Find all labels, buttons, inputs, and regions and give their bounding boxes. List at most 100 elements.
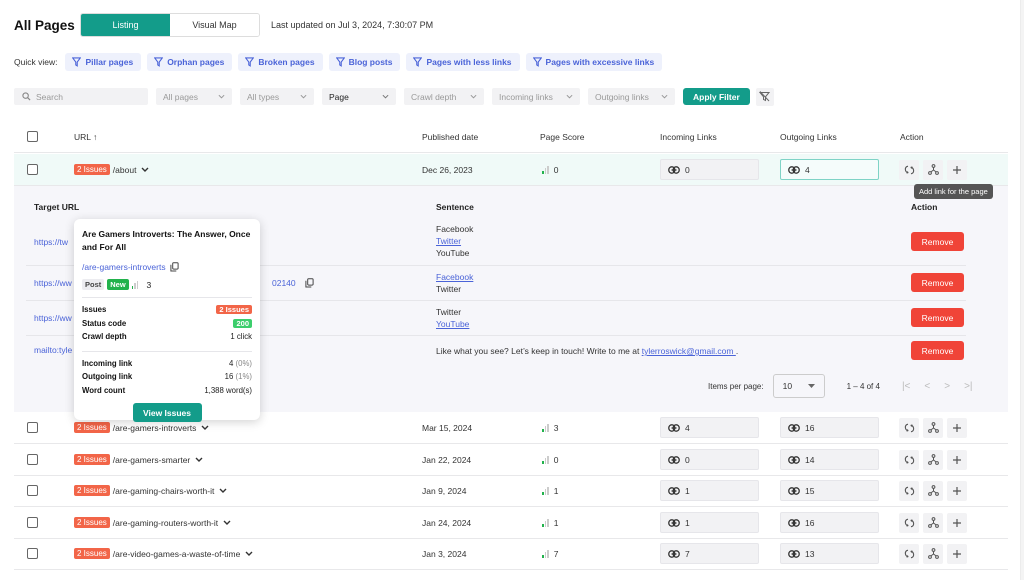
outgoing-links-button[interactable]: 14 [780, 449, 879, 470]
email-link[interactable]: tylerroswick@gmail.com [642, 346, 736, 356]
chevron-down-icon[interactable] [141, 167, 149, 172]
clear-filter-button[interactable] [755, 87, 774, 106]
first-page-icon[interactable]: |< [902, 381, 910, 392]
quick-view-excessive-links[interactable]: Pages with excessive links [525, 53, 663, 71]
select-all-checkbox[interactable] [27, 131, 38, 142]
quick-view-orphan-pages[interactable]: Orphan pages [147, 53, 233, 71]
issues-badge[interactable]: 2 Issues [74, 454, 110, 465]
url-text[interactable]: /are-gaming-routers-worth-it [113, 518, 218, 528]
anchor-link[interactable]: Facebook [436, 272, 473, 282]
select-incoming-links[interactable]: Incoming links [492, 88, 580, 105]
outgoing-links-button[interactable]: 4 [780, 159, 879, 180]
last-page-icon[interactable]: >| [964, 381, 972, 392]
add-link-button[interactable] [947, 159, 967, 180]
url-cell[interactable]: 2 Issues/are-video-games-a-waste-of-time [74, 538, 253, 569]
url-cell[interactable]: 2 Issues/are-gaming-chairs-worth-it [74, 475, 227, 506]
incoming-links-button[interactable]: 4 [660, 417, 759, 438]
add-link-button[interactable] [947, 512, 967, 533]
anchor-link[interactable]: YouTube [436, 319, 469, 329]
url-cell[interactable]: 2 Issues/are-gaming-routers-worth-it [74, 507, 231, 538]
link-map-button[interactable] [923, 543, 943, 564]
outgoing-links-button[interactable]: 13 [780, 543, 879, 564]
preview-slug-link[interactable]: /are-gamers-introverts [82, 262, 166, 272]
target-url-link[interactable]: https://tw [34, 237, 68, 247]
tab-listing[interactable]: Listing [81, 14, 170, 36]
link-map-button[interactable] [923, 512, 943, 533]
link-map-button[interactable] [923, 449, 943, 470]
quick-view-less-links[interactable]: Pages with less links [406, 53, 520, 71]
url-text[interactable]: /are-gamers-smarter [113, 455, 190, 465]
link-map-button[interactable] [923, 417, 943, 438]
copy-icon[interactable] [305, 278, 314, 288]
incoming-links-button[interactable]: 0 [660, 159, 759, 180]
incoming-links-button[interactable]: 1 [660, 480, 759, 501]
incoming-links-button[interactable]: 0 [660, 449, 759, 470]
quick-view-broken-pages[interactable]: Broken pages [238, 53, 323, 71]
quick-view-pillar-pages[interactable]: Pillar pages [65, 53, 142, 71]
prev-page-icon[interactable]: < [924, 381, 930, 392]
refresh-button[interactable] [899, 512, 919, 533]
anchor-link[interactable]: Twitter [436, 236, 461, 246]
refresh-button[interactable] [899, 543, 919, 564]
remove-button[interactable]: Remove [911, 232, 964, 251]
target-url-link[interactable]: mailto:tyle [34, 345, 72, 355]
chevron-down-icon[interactable] [223, 520, 231, 525]
refresh-button[interactable] [899, 480, 919, 501]
refresh-button[interactable] [899, 449, 919, 470]
refresh-button[interactable] [899, 159, 919, 180]
issues-badge[interactable]: 2 Issues [74, 485, 110, 496]
url-cell[interactable]: 2 Issues/are-gamers-smarter [74, 444, 203, 475]
copy-icon[interactable] [170, 262, 179, 272]
apply-filter-button[interactable]: Apply Filter [683, 88, 750, 105]
issues-badge[interactable]: 2 Issues [74, 164, 110, 175]
url-text[interactable]: /are-gamers-introverts [113, 423, 197, 433]
outgoing-links-button[interactable]: 16 [780, 512, 879, 533]
select-all-pages[interactable]: All pages [156, 88, 232, 105]
next-page-icon[interactable]: > [944, 381, 950, 392]
row-checkbox[interactable] [27, 422, 38, 433]
add-link-button[interactable] [947, 543, 967, 564]
remove-button[interactable]: Remove [911, 273, 964, 292]
url-cell[interactable]: 2 Issues/about [74, 154, 149, 185]
search-input[interactable]: Search [14, 88, 148, 105]
issues-badge[interactable]: 2 Issues [74, 548, 110, 559]
link-map-button[interactable] [923, 159, 943, 180]
remove-button[interactable]: Remove [911, 308, 964, 327]
add-link-button[interactable] [947, 417, 967, 438]
url-text[interactable]: /are-video-games-a-waste-of-time [113, 549, 241, 559]
url-text[interactable]: /are-gaming-chairs-worth-it [113, 486, 215, 496]
issues-badge[interactable]: 2 Issues [74, 422, 110, 433]
link-map-button[interactable] [923, 480, 943, 501]
incoming-links-button[interactable]: 1 [660, 512, 759, 533]
target-url-suffix[interactable]: 02140 [272, 278, 296, 288]
chevron-down-icon[interactable] [195, 457, 203, 462]
scrollbar[interactable] [1020, 0, 1024, 580]
select-crawl-depth[interactable]: Crawl depth [404, 88, 484, 105]
chevron-down-icon[interactable] [245, 551, 253, 556]
outgoing-links-button[interactable]: 16 [780, 417, 879, 438]
quick-view-blog-posts[interactable]: Blog posts [328, 53, 401, 71]
row-checkbox[interactable] [27, 548, 38, 559]
view-issues-button[interactable]: View Issues [132, 403, 202, 422]
row-checkbox[interactable] [27, 454, 38, 465]
remove-button[interactable]: Remove [911, 341, 964, 360]
issues-badge[interactable]: 2 Issues [74, 517, 110, 528]
tab-visual-map[interactable]: Visual Map [170, 14, 259, 36]
chevron-down-icon[interactable] [201, 425, 209, 430]
add-link-button[interactable] [947, 449, 967, 470]
url-text[interactable]: /about [113, 165, 137, 175]
row-checkbox[interactable] [27, 517, 38, 528]
select-outgoing-links[interactable]: Outgoing links [588, 88, 675, 105]
chevron-down-icon[interactable] [219, 488, 227, 493]
select-all-types[interactable]: All types [240, 88, 314, 105]
items-per-page-select[interactable]: 10 [772, 374, 825, 398]
refresh-button[interactable] [899, 417, 919, 438]
incoming-links-button[interactable]: 7 [660, 543, 759, 564]
outgoing-links-button[interactable]: 15 [780, 480, 879, 501]
select-page[interactable]: Page [322, 88, 396, 105]
target-url-link[interactable]: https://ww [34, 313, 72, 323]
target-url-link[interactable]: https://ww [34, 278, 72, 288]
column-url[interactable]: URL ↑ [74, 132, 97, 142]
row-checkbox[interactable] [27, 485, 38, 496]
add-link-button[interactable] [947, 480, 967, 501]
